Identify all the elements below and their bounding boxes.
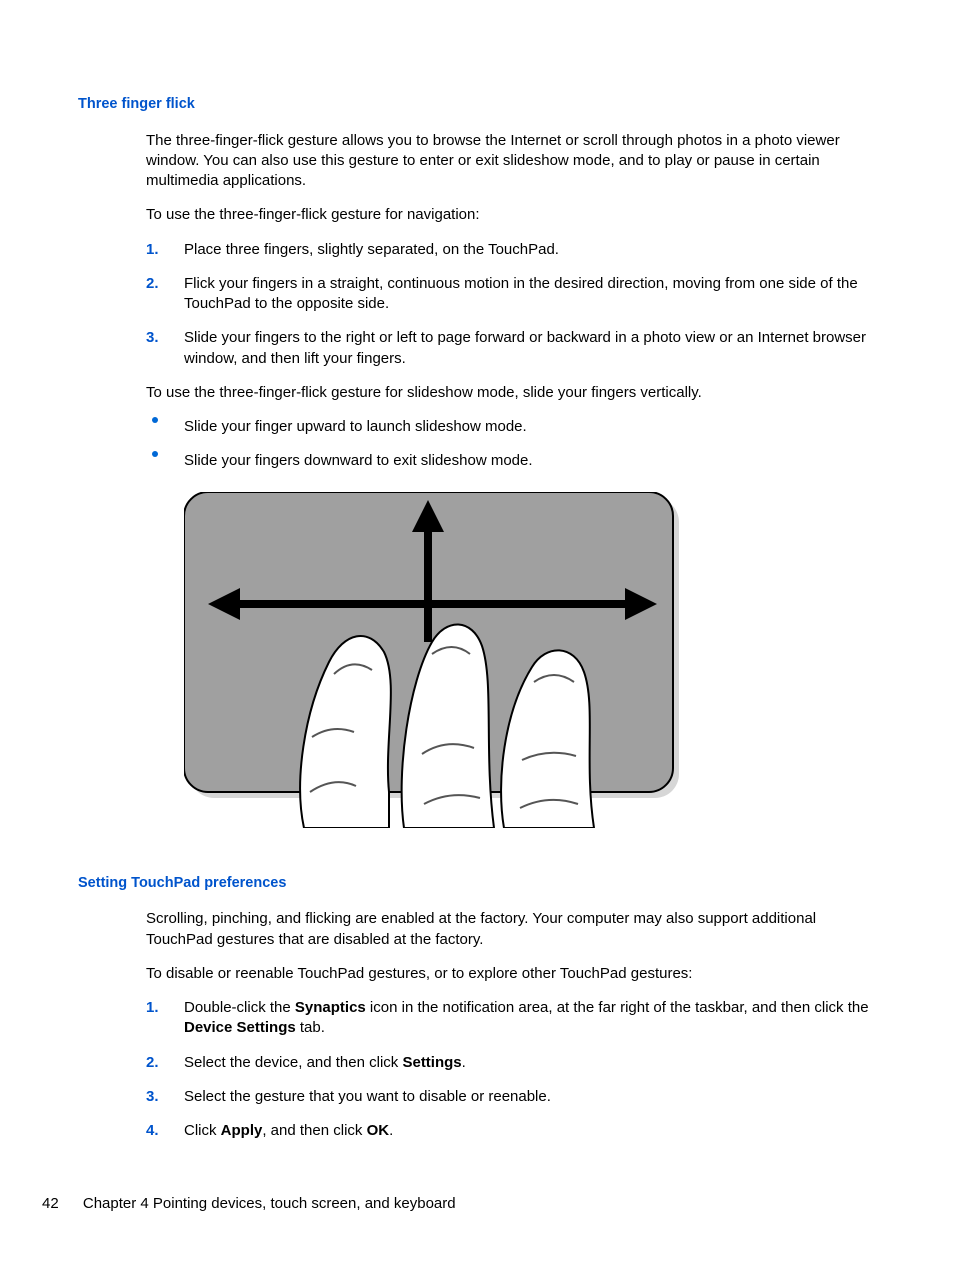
section1-content: The three-finger-flick gesture allows yo… bbox=[146, 131, 876, 834]
bullet-icon bbox=[146, 451, 184, 457]
step-text: Select the gesture that you want to disa… bbox=[184, 1087, 876, 1107]
section2-lead: To disable or reenable TouchPad gestures… bbox=[146, 964, 876, 984]
step-number: 3. bbox=[146, 1087, 184, 1107]
chapter-title: Chapter 4 Pointing devices, touch screen… bbox=[83, 1195, 456, 1212]
section2-intro: Scrolling, pinching, and flicking are en… bbox=[146, 909, 876, 950]
list-item: Slide your fingers downward to exit slid… bbox=[146, 451, 876, 471]
section1-lead2: To use the three-finger-flick gesture fo… bbox=[146, 383, 876, 403]
list-item: 1. Double-click the Synaptics icon in th… bbox=[146, 998, 876, 1039]
step-number: 3. bbox=[146, 328, 184, 348]
list-item: 1. Place three fingers, slightly separat… bbox=[146, 240, 876, 260]
list-item: 3. Select the gesture that you want to d… bbox=[146, 1087, 876, 1107]
page-number: 42 bbox=[42, 1194, 59, 1214]
step-text: Place three fingers, slightly separated,… bbox=[184, 240, 876, 260]
bullet-text: Slide your fingers downward to exit slid… bbox=[184, 451, 533, 471]
list-item: 2. Flick your fingers in a straight, con… bbox=[146, 274, 876, 315]
step-number: 4. bbox=[146, 1121, 184, 1141]
document-page: Three finger flick The three-finger-flic… bbox=[0, 0, 954, 1141]
step-text: Click Apply, and then click OK. bbox=[184, 1121, 876, 1141]
touchpad-illustration bbox=[184, 492, 876, 834]
section1-steps: 1. Place three fingers, slightly separat… bbox=[146, 240, 876, 369]
list-item: Slide your finger upward to launch slide… bbox=[146, 417, 876, 437]
touchpad-gesture-icon bbox=[184, 492, 679, 828]
step-text: Flick your fingers in a straight, contin… bbox=[184, 274, 876, 315]
step-text: Double-click the Synaptics icon in the n… bbox=[184, 998, 876, 1039]
section2-steps: 1. Double-click the Synaptics icon in th… bbox=[146, 998, 876, 1141]
bullet-icon bbox=[146, 417, 184, 423]
list-item: 3. Slide your fingers to the right or le… bbox=[146, 328, 876, 369]
list-item: 4. Click Apply, and then click OK. bbox=[146, 1121, 876, 1141]
step-number: 1. bbox=[146, 998, 184, 1018]
step-text: Slide your fingers to the right or left … bbox=[184, 328, 876, 369]
page-footer: 42 Chapter 4 Pointing devices, touch scr… bbox=[42, 1194, 456, 1214]
step-number: 1. bbox=[146, 240, 184, 260]
section1-bullets: Slide your finger upward to launch slide… bbox=[146, 417, 876, 472]
section1-intro: The three-finger-flick gesture allows yo… bbox=[146, 131, 876, 192]
step-number: 2. bbox=[146, 274, 184, 294]
bullet-text: Slide your finger upward to launch slide… bbox=[184, 417, 527, 437]
step-text: Select the device, and then click Settin… bbox=[184, 1053, 876, 1073]
step-number: 2. bbox=[146, 1053, 184, 1073]
section1-lead1: To use the three-finger-flick gesture fo… bbox=[146, 205, 876, 225]
heading-three-finger-flick: Three finger flick bbox=[78, 95, 876, 115]
heading-setting-touchpad-prefs: Setting TouchPad preferences bbox=[78, 874, 876, 894]
section2-content: Scrolling, pinching, and flicking are en… bbox=[146, 909, 876, 1141]
list-item: 2. Select the device, and then click Set… bbox=[146, 1053, 876, 1073]
